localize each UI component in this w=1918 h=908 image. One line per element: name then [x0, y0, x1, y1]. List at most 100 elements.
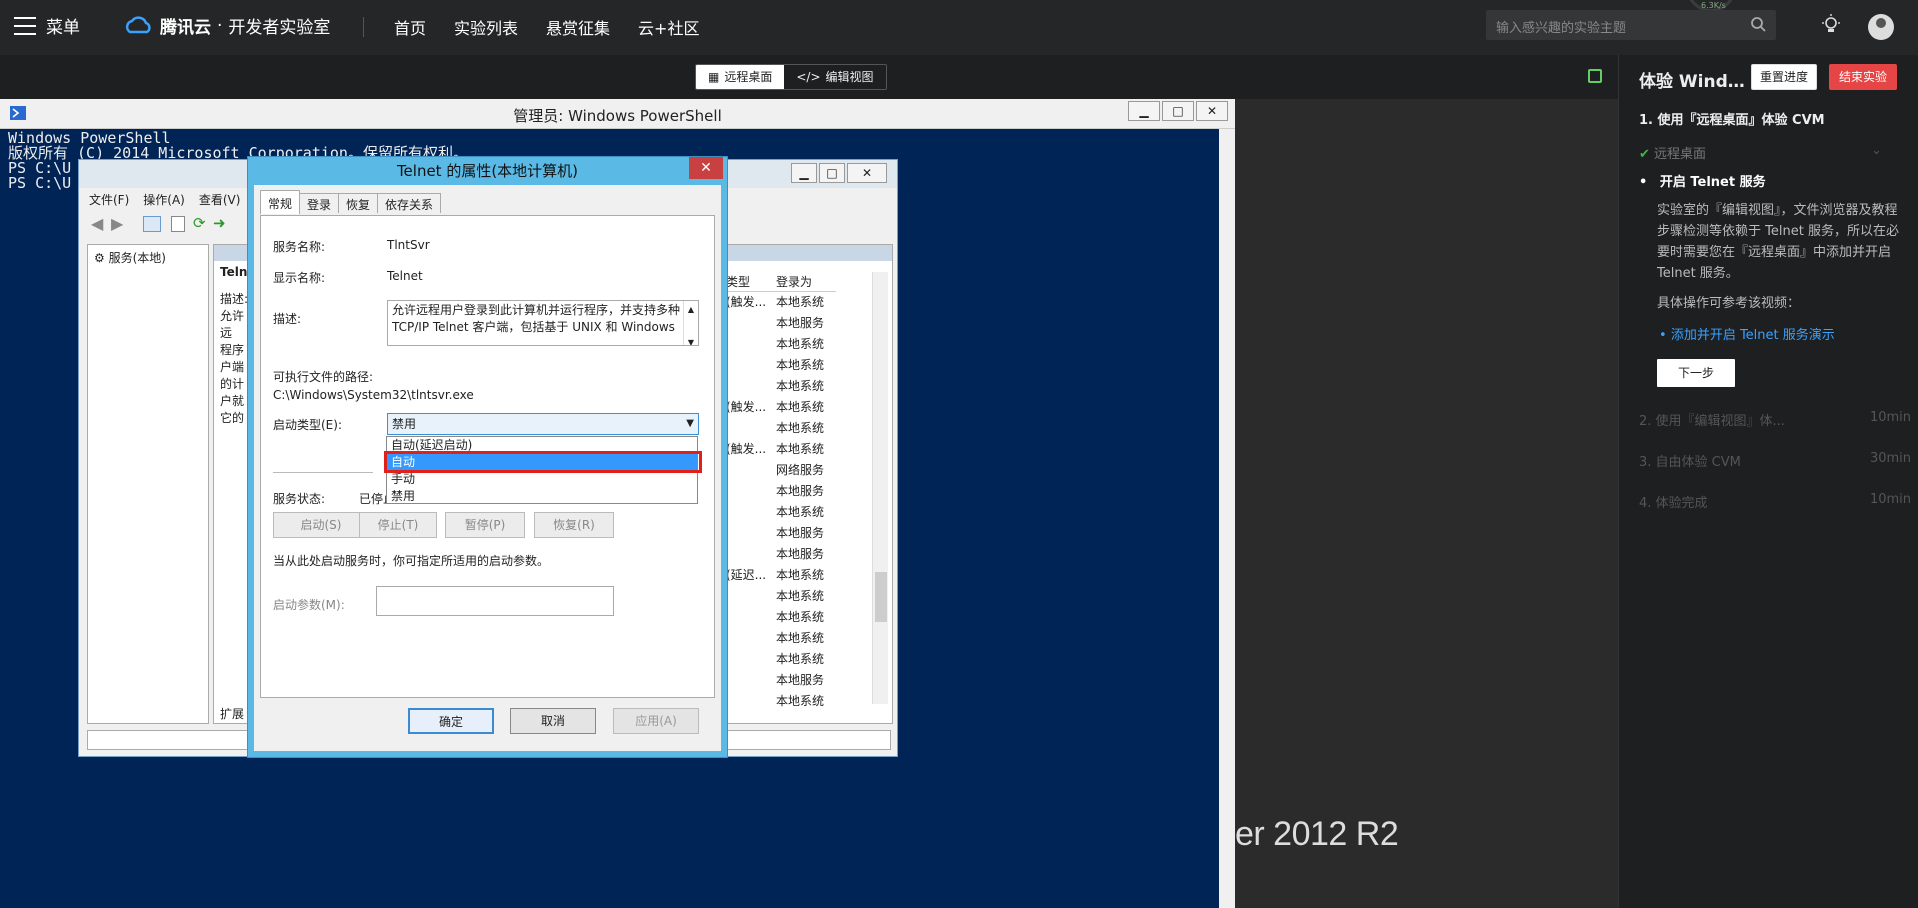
- forward-icon[interactable]: ▶: [111, 214, 123, 233]
- back-icon[interactable]: ◀: [91, 214, 103, 233]
- remote-desktop-tab[interactable]: ▦ 远程桌面: [696, 65, 785, 89]
- menu-action[interactable]: 操作(A): [143, 191, 185, 208]
- logo[interactable]: 腾讯云 · 开发者实验室: [124, 13, 330, 38]
- table-row[interactable]: 本地服务: [726, 670, 836, 691]
- apply-button[interactable]: 应用(A): [613, 708, 699, 734]
- table-row[interactable]: 本地系统: [726, 334, 836, 355]
- table-row[interactable]: (触发... 本地系统: [726, 439, 836, 460]
- bullet-icon: •: [1639, 175, 1648, 190]
- table-row[interactable]: 本地系统: [726, 607, 836, 628]
- table-row[interactable]: 本地系统: [726, 418, 836, 439]
- avatar[interactable]: [1868, 14, 1894, 40]
- desc-line: 程序: [220, 343, 245, 357]
- nav-link-home[interactable]: 首页: [394, 15, 426, 39]
- table-row[interactable]: (触发... 本地系统: [726, 397, 836, 418]
- start-button[interactable]: 启动(S): [273, 512, 369, 538]
- divider: [273, 472, 373, 473]
- table-row[interactable]: 本地系统: [726, 649, 836, 670]
- dialog-close-button[interactable]: ✕: [689, 157, 723, 179]
- nav-link-labs[interactable]: 实验列表: [454, 15, 518, 39]
- nav-link-community[interactable]: 云+社区: [638, 15, 699, 39]
- table-row[interactable]: 本地服务: [726, 481, 836, 502]
- description-scrollbar[interactable]: ▲ ▼: [683, 301, 698, 345]
- open-external-icon[interactable]: [1588, 69, 1602, 83]
- option-manual[interactable]: 手动: [387, 471, 697, 488]
- close-button[interactable]: ✕: [847, 163, 887, 183]
- tab-dependencies[interactable]: 依存关系: [377, 193, 442, 213]
- substep-telnet[interactable]: • 开启 Telnet 服务: [1639, 171, 1766, 190]
- table-row[interactable]: 本地系统: [726, 376, 836, 397]
- cell-startup-type: [726, 649, 776, 670]
- cancel-button[interactable]: 取消: [510, 708, 596, 734]
- powershell-title: 管理员: Windows PowerShell: [513, 107, 722, 125]
- step-2[interactable]: 2. 使用『编辑视图』体... 10min: [1639, 410, 1911, 429]
- menu-file[interactable]: 文件(F): [89, 191, 129, 208]
- table-row[interactable]: 本地系统: [726, 355, 836, 376]
- cell-startup-type: [726, 418, 776, 439]
- table-row[interactable]: 网络服务: [726, 460, 836, 481]
- video-link[interactable]: • 添加并开启 Telnet 服务演示: [1659, 324, 1835, 343]
- next-step-button[interactable]: 下一步: [1657, 359, 1735, 387]
- search-input[interactable]: 输入感兴趣的实验主题: [1486, 10, 1776, 40]
- table-row[interactable]: 本地系统: [726, 502, 836, 523]
- cell-logon-as: 本地系统: [776, 505, 825, 519]
- chevron-down-icon: ⌄: [1871, 143, 1882, 158]
- scroll-thumb[interactable]: [875, 572, 887, 622]
- step-4[interactable]: 4. 体验完成 10min: [1639, 492, 1911, 511]
- nav-link-bounty[interactable]: 悬赏征集: [546, 15, 610, 39]
- table-row[interactable]: 本地系统: [726, 586, 836, 607]
- ok-button[interactable]: 确定: [408, 708, 494, 734]
- telnet-properties-dialog[interactable]: Telnet 的属性(本地计算机) ✕ 常规 登录 恢复 依存关系 服务名称: …: [247, 156, 728, 758]
- step-3[interactable]: 3. 自由体验 CVM 30min: [1639, 451, 1911, 470]
- extended-tab[interactable]: 扩展: [220, 705, 244, 722]
- description-box[interactable]: 允许远程用户登录到此计算机并运行程序，并支持多种 TCP/IP Telnet 客…: [387, 300, 699, 346]
- start-params-input[interactable]: [376, 586, 614, 616]
- editor-view-tab[interactable]: </> 编辑视图: [784, 65, 886, 89]
- step-1[interactable]: 1. 使用『远程桌面』体验 CVM: [1639, 109, 1825, 128]
- end-lab-button[interactable]: 结束实验: [1829, 64, 1898, 90]
- substep-remote-desktop[interactable]: ✔ 远程桌面 ⌄: [1639, 143, 1882, 162]
- powershell-titlebar[interactable]: 管理员: Windows PowerShell ▁ □ ✕: [0, 99, 1235, 129]
- tab-recovery[interactable]: 恢复: [338, 193, 379, 213]
- col-startup-type[interactable]: 类型: [726, 272, 776, 291]
- startup-type-select[interactable]: 禁用 ▼: [387, 413, 699, 435]
- powershell-scrollbar[interactable]: [1219, 129, 1235, 908]
- table-row[interactable]: (触发... 本地系统: [726, 292, 836, 313]
- maximize-button[interactable]: □: [819, 163, 845, 183]
- services-list-scrollbar[interactable]: [872, 272, 888, 704]
- maximize-button[interactable]: □: [1162, 101, 1194, 121]
- remote-desktop-label: 远程桌面: [724, 70, 773, 84]
- minimize-button[interactable]: ▁: [1128, 101, 1160, 121]
- desc-line: 它的: [220, 411, 245, 425]
- table-row[interactable]: 本地服务: [726, 523, 836, 544]
- tab-general[interactable]: 常规: [260, 190, 301, 214]
- export-icon[interactable]: ➜: [213, 214, 226, 232]
- table-row[interactable]: 本地服务: [726, 313, 836, 334]
- pause-button[interactable]: 暂停(P): [445, 512, 525, 538]
- menu-button[interactable]: 菜单: [14, 13, 80, 38]
- step-label: 2. 使用『编辑视图』体...: [1639, 414, 1785, 429]
- tab-logon[interactable]: 登录: [299, 193, 340, 213]
- refresh-icon[interactable]: ⟳: [193, 214, 206, 232]
- nav-divider: [363, 17, 364, 37]
- option-disabled[interactable]: 禁用: [387, 488, 697, 505]
- lightbulb-icon[interactable]: [1820, 14, 1842, 36]
- table-row[interactable]: (延迟... 本地系统: [726, 565, 836, 586]
- col-logon-as[interactable]: 登录为: [776, 272, 836, 291]
- tree-item-services-local[interactable]: ⚙ 服务(本地): [94, 249, 202, 266]
- table-row[interactable]: 本地服务: [726, 544, 836, 565]
- step-label: 3. 自由体验 CVM: [1639, 455, 1741, 470]
- table-row[interactable]: 本地系统: [726, 628, 836, 649]
- cell-logon-as: 本地系统: [776, 610, 825, 624]
- properties-icon[interactable]: [171, 216, 185, 232]
- reset-progress-button[interactable]: 重置进度: [1751, 64, 1818, 90]
- close-button[interactable]: ✕: [1196, 101, 1228, 121]
- menu-view[interactable]: 查看(V): [199, 191, 241, 208]
- search-icon[interactable]: [1750, 16, 1766, 32]
- resume-button[interactable]: 恢复(R): [534, 512, 614, 538]
- stop-button[interactable]: 停止(T): [359, 512, 437, 538]
- cell-startup-type: [726, 481, 776, 502]
- show-tree-icon[interactable]: [143, 216, 161, 232]
- minimize-button[interactable]: ▁: [791, 163, 817, 183]
- table-row[interactable]: 本地系统: [726, 691, 836, 712]
